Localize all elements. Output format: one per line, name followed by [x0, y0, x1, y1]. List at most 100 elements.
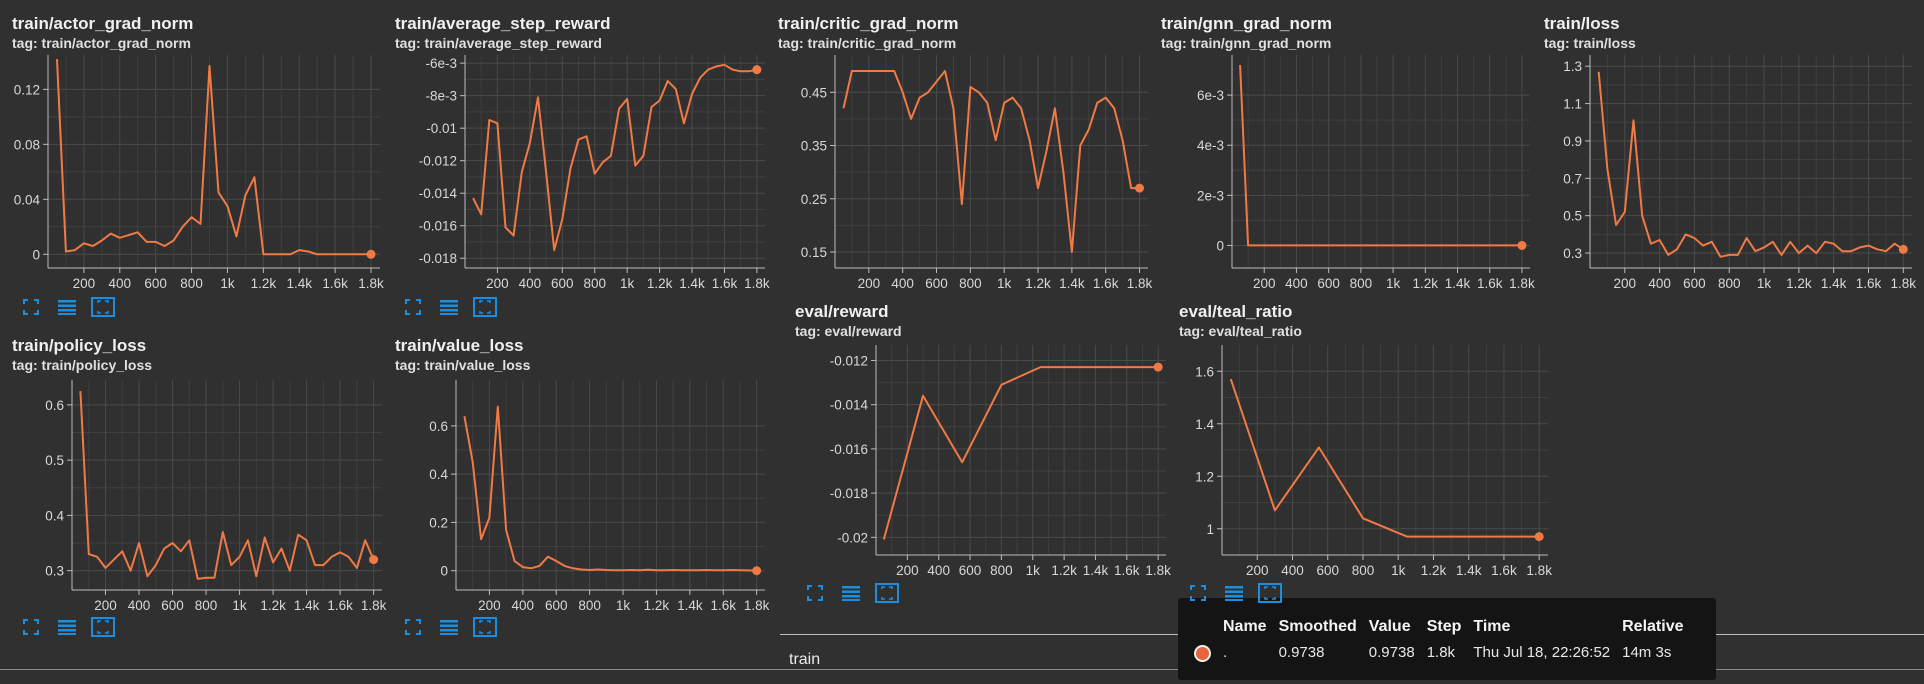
x-tick-label: 1.4k	[1456, 563, 1482, 578]
x-tick-label: 600	[1683, 276, 1706, 291]
x-tick-label: 200	[1246, 563, 1269, 578]
series-line	[1229, 378, 1540, 538]
fullscreen-icon[interactable]	[1185, 582, 1211, 604]
x-tick-label: 1k	[1757, 276, 1772, 291]
chart-critic: 200 400 600 800 1k 1.2k 1.4k 1.6k 1.8k 0.15 0.25 0.…	[801, 55, 1153, 291]
fullscreen-icon[interactable]	[18, 296, 44, 318]
chart-title: train/gnn_grad_norm	[1161, 14, 1332, 33]
x-tick-label: 400	[109, 276, 132, 291]
last-point-marker[interactable]	[1898, 244, 1908, 254]
x-tick-label: 1.6k	[1491, 563, 1517, 578]
tooltip-name: .	[1223, 644, 1228, 662]
x-tick-label: 400	[1281, 563, 1304, 578]
fit-domain-icon[interactable]	[90, 616, 116, 638]
tooltip-color-cell	[1188, 640, 1217, 666]
data-table-icon[interactable]	[436, 616, 462, 638]
data-table-icon[interactable]	[436, 296, 462, 318]
last-point-marker[interactable]	[1517, 240, 1527, 250]
tooltip-relative: 14m 3s	[1622, 644, 1672, 662]
y-tick-label: -0.012	[419, 154, 457, 169]
x-tick-label: 1.8k	[744, 276, 770, 291]
fit-domain-icon[interactable]	[90, 296, 116, 318]
x-tick-label: 1.6k	[1114, 563, 1140, 578]
y-tick-label: 0.35	[801, 139, 827, 154]
fit-domain-icon[interactable]	[1257, 582, 1283, 604]
data-table-icon[interactable]	[838, 582, 864, 604]
y-tick-label: 0.3	[1563, 246, 1582, 261]
x-tick-label: 1.6k	[1477, 276, 1503, 291]
data-table-icon[interactable]	[1221, 582, 1247, 604]
fullscreen-icon[interactable]	[400, 616, 426, 638]
last-point-marker[interactable]	[1135, 183, 1145, 193]
x-tick-label: 1.8k	[744, 598, 770, 613]
x-tick-label: 800	[959, 276, 982, 291]
x-tick-label: 1.8k	[1127, 276, 1153, 291]
chart-title: train/policy_loss	[12, 336, 147, 355]
fullscreen-icon[interactable]	[18, 616, 44, 638]
x-tick-label: 600	[925, 276, 948, 291]
y-tick-label: 0.6	[429, 419, 448, 434]
tooltip-header-row: Name Smoothed Value Step Time Relative	[1188, 616, 1690, 640]
tooltip-header-relative: Relative	[1622, 618, 1684, 635]
y-tick-label: 0.4	[45, 508, 64, 523]
chart-gnn: 200 400 600 800 1k 1.2k 1.4k 1.6k 1.8k 0 2e-3 4e-3 6…	[1197, 55, 1535, 291]
fit-domain-icon[interactable]	[874, 582, 900, 604]
y-tick-label: 0.25	[801, 192, 827, 207]
y-tick-label: 2e-3	[1197, 188, 1224, 203]
y-tick-label: 0.3	[45, 564, 64, 579]
tooltip-step: 1.8k	[1426, 644, 1456, 662]
chart-value: 200 400 600 800 1k 1.2k 1.4k 1.6k 1.8k 0 0.2 0.4 0.6	[429, 380, 770, 613]
chart-toolbar	[1185, 582, 1283, 604]
chart-tag: tag: train/value_loss	[395, 357, 531, 373]
x-tick-label: 1.4k	[1083, 563, 1109, 578]
data-table-icon[interactable]	[54, 616, 80, 638]
y-tick-label: 0.5	[45, 453, 64, 468]
fullscreen-icon[interactable]	[802, 582, 828, 604]
x-tick-label: 1.6k	[710, 598, 736, 613]
y-tick-label: 0.45	[801, 85, 827, 100]
x-tick-label: 800	[1352, 563, 1375, 578]
series-line	[472, 63, 758, 252]
fit-domain-icon[interactable]	[472, 616, 498, 638]
tooltip-value: 0.9738	[1368, 644, 1415, 662]
last-point-marker[interactable]	[369, 555, 379, 565]
y-tick-label: -6e-3	[425, 56, 457, 71]
y-tick-label: -0.014	[419, 186, 458, 201]
fit-domain-icon[interactable]	[472, 296, 498, 318]
y-tick-label: 1	[1206, 522, 1214, 537]
x-tick-label: 1.4k	[677, 598, 703, 613]
x-tick-label: 200	[1253, 276, 1276, 291]
tooltip-header-smoothed: Smoothed	[1278, 618, 1357, 635]
tooltip-header-time: Time	[1473, 618, 1511, 635]
last-point-marker[interactable]	[752, 566, 762, 576]
chart-loss: 200 400 600 800 1k 1.2k 1.4k 1.6k 1.8k 0.3 0.5 0.7 0…	[1563, 55, 1916, 291]
y-tick-label: 0.4	[429, 467, 448, 482]
x-tick-label: 1.2k	[1786, 276, 1812, 291]
y-tick-label: 0.6	[45, 398, 64, 413]
x-tick-label: 1.8k	[358, 276, 384, 291]
last-point-marker[interactable]	[1534, 532, 1544, 542]
charts-svg: 200 400 600 800 1k 1.2k 1.4k 1.6k 1.8k 0 0.04 0.08 0…	[14, 55, 1916, 613]
last-point-marker[interactable]	[1153, 362, 1163, 372]
x-tick-label: 1.4k	[679, 276, 705, 291]
chart-tag: tag: train/critic_grad_norm	[778, 35, 957, 51]
y-tick-label: -0.014	[830, 398, 869, 413]
run-color-dot-icon	[1194, 644, 1211, 662]
chart-tag: tag: eval/reward	[795, 323, 902, 339]
data-table-icon[interactable]	[54, 296, 80, 318]
chart-eval_reward: 200 400 600 800 1k 1.2k 1.4k 1.6k 1.8k -0.02 -0.01…	[830, 345, 1171, 578]
y-tick-label: 0	[1216, 238, 1224, 253]
x-tick-label: 1k	[997, 276, 1012, 291]
y-tick-label: 1.6	[1195, 364, 1214, 379]
x-tick-label: 1.4k	[286, 276, 312, 291]
x-tick-label: 1.6k	[712, 276, 738, 291]
fullscreen-icon[interactable]	[400, 296, 426, 318]
x-tick-label: 400	[1285, 276, 1308, 291]
chart-toolbar	[18, 616, 116, 638]
run-label[interactable]: train	[789, 651, 820, 669]
y-tick-label: -0.012	[830, 353, 868, 368]
x-tick-label: 1k	[620, 276, 635, 291]
last-point-marker[interactable]	[366, 249, 376, 259]
x-tick-label: 1.2k	[647, 276, 673, 291]
last-point-marker[interactable]	[752, 65, 762, 75]
